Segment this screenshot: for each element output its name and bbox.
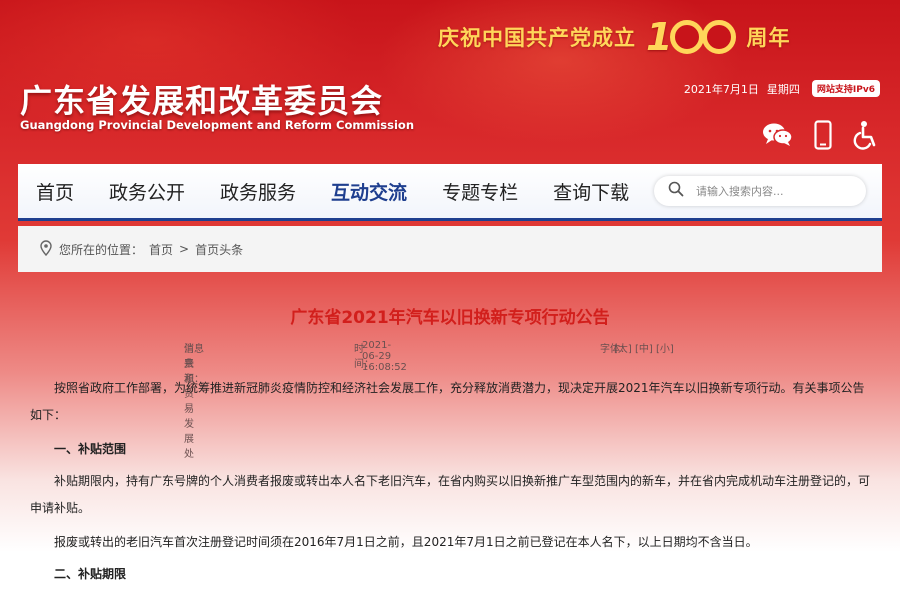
time-value: 2021-06-29 16:08:52 <box>362 340 407 373</box>
site-name-en: Guangdong Provincial Development and Ref… <box>20 118 415 132</box>
breadcrumb: 您所在的位置： 首页 > 首页头条 <box>18 226 882 272</box>
section-scope-paragraph-1: 补贴期限内，持有广东号牌的个人消费者报废或转出本人名下老旧汽车，在省内购买以旧换… <box>30 474 871 515</box>
nav-item-government-services[interactable]: 政务服务 <box>220 178 296 205</box>
anniversary-emblem: 1 <box>646 18 737 56</box>
anniversary-banner: 庆祝中国共产党成立 1 周年 <box>438 12 790 62</box>
nav-item-query-download[interactable]: 查询下载 <box>553 178 629 205</box>
nav-item-special-topics[interactable]: 专题专栏 <box>442 178 518 205</box>
article-body: 按照省政府工作部署，为统筹推进新冠肺炎疫情防控和经济社会发展工作，充分释放消费潜… <box>30 375 870 590</box>
mobile-icon[interactable] <box>814 120 832 150</box>
site-logo[interactable]: 广东省发展和改革委员会 Guangdong Provincial Develop… <box>20 82 414 132</box>
ipv6-badge: 网站支持IPv6 <box>811 80 880 97</box>
section-heading-period: 二、补贴期限 <box>54 567 127 581</box>
article-title: 广东省2021年汽车以旧换新专项行动公告 <box>290 308 610 328</box>
location-pin-icon <box>40 239 52 259</box>
main-nav: 首页 政务公开 政务服务 互动交流 专题专栏 查询下载 <box>18 164 882 221</box>
nav-item-interaction[interactable]: 互动交流 <box>331 178 407 205</box>
breadcrumb-headlines[interactable]: 首页头条 <box>195 241 243 258</box>
search-icon[interactable] <box>668 181 684 201</box>
font-size-medium[interactable]: [中] <box>635 344 653 355</box>
font-size-selector: 字体： [大] [中] [小] <box>600 340 674 355</box>
nav-item-government-affairs[interactable]: 政务公开 <box>109 178 185 205</box>
breadcrumb-separator: > <box>179 242 190 256</box>
anniversary-prefix: 庆祝中国共产党成立 <box>438 26 636 50</box>
search-input[interactable] <box>694 183 848 199</box>
font-size-label: 字体： <box>600 344 630 355</box>
font-size-small[interactable]: [小] <box>656 344 674 355</box>
date-area: 2021年7月1日 星期四 网站支持IPv6 <box>684 80 880 97</box>
section-heading-scope: 一、补贴范围 <box>54 442 127 456</box>
wechat-icon[interactable] <box>762 122 794 148</box>
search-box <box>654 176 866 206</box>
nav-item-home[interactable]: 首页 <box>36 178 74 205</box>
site-name-cn: 广东省发展和改革委员会 <box>20 82 384 120</box>
section-scope-paragraph-2: 报废或转出的老旧汽车首次注册登记时间须在2016年7月1日之前，且2021年7月… <box>54 535 758 549</box>
current-weekday: 星期四 <box>766 82 800 96</box>
current-date: 2021年7月1日 <box>683 82 759 96</box>
anniversary-suffix: 周年 <box>746 26 791 50</box>
article-intro: 按照省政府工作部署，为统筹推进新冠肺炎疫情防控和经济社会发展工作，充分释放消费潜… <box>30 381 865 422</box>
breadcrumb-prefix: 您所在的位置： <box>59 242 144 257</box>
accessibility-icon[interactable] <box>852 120 878 150</box>
breadcrumb-home[interactable]: 首页 <box>149 241 173 258</box>
header-tools <box>762 120 878 150</box>
